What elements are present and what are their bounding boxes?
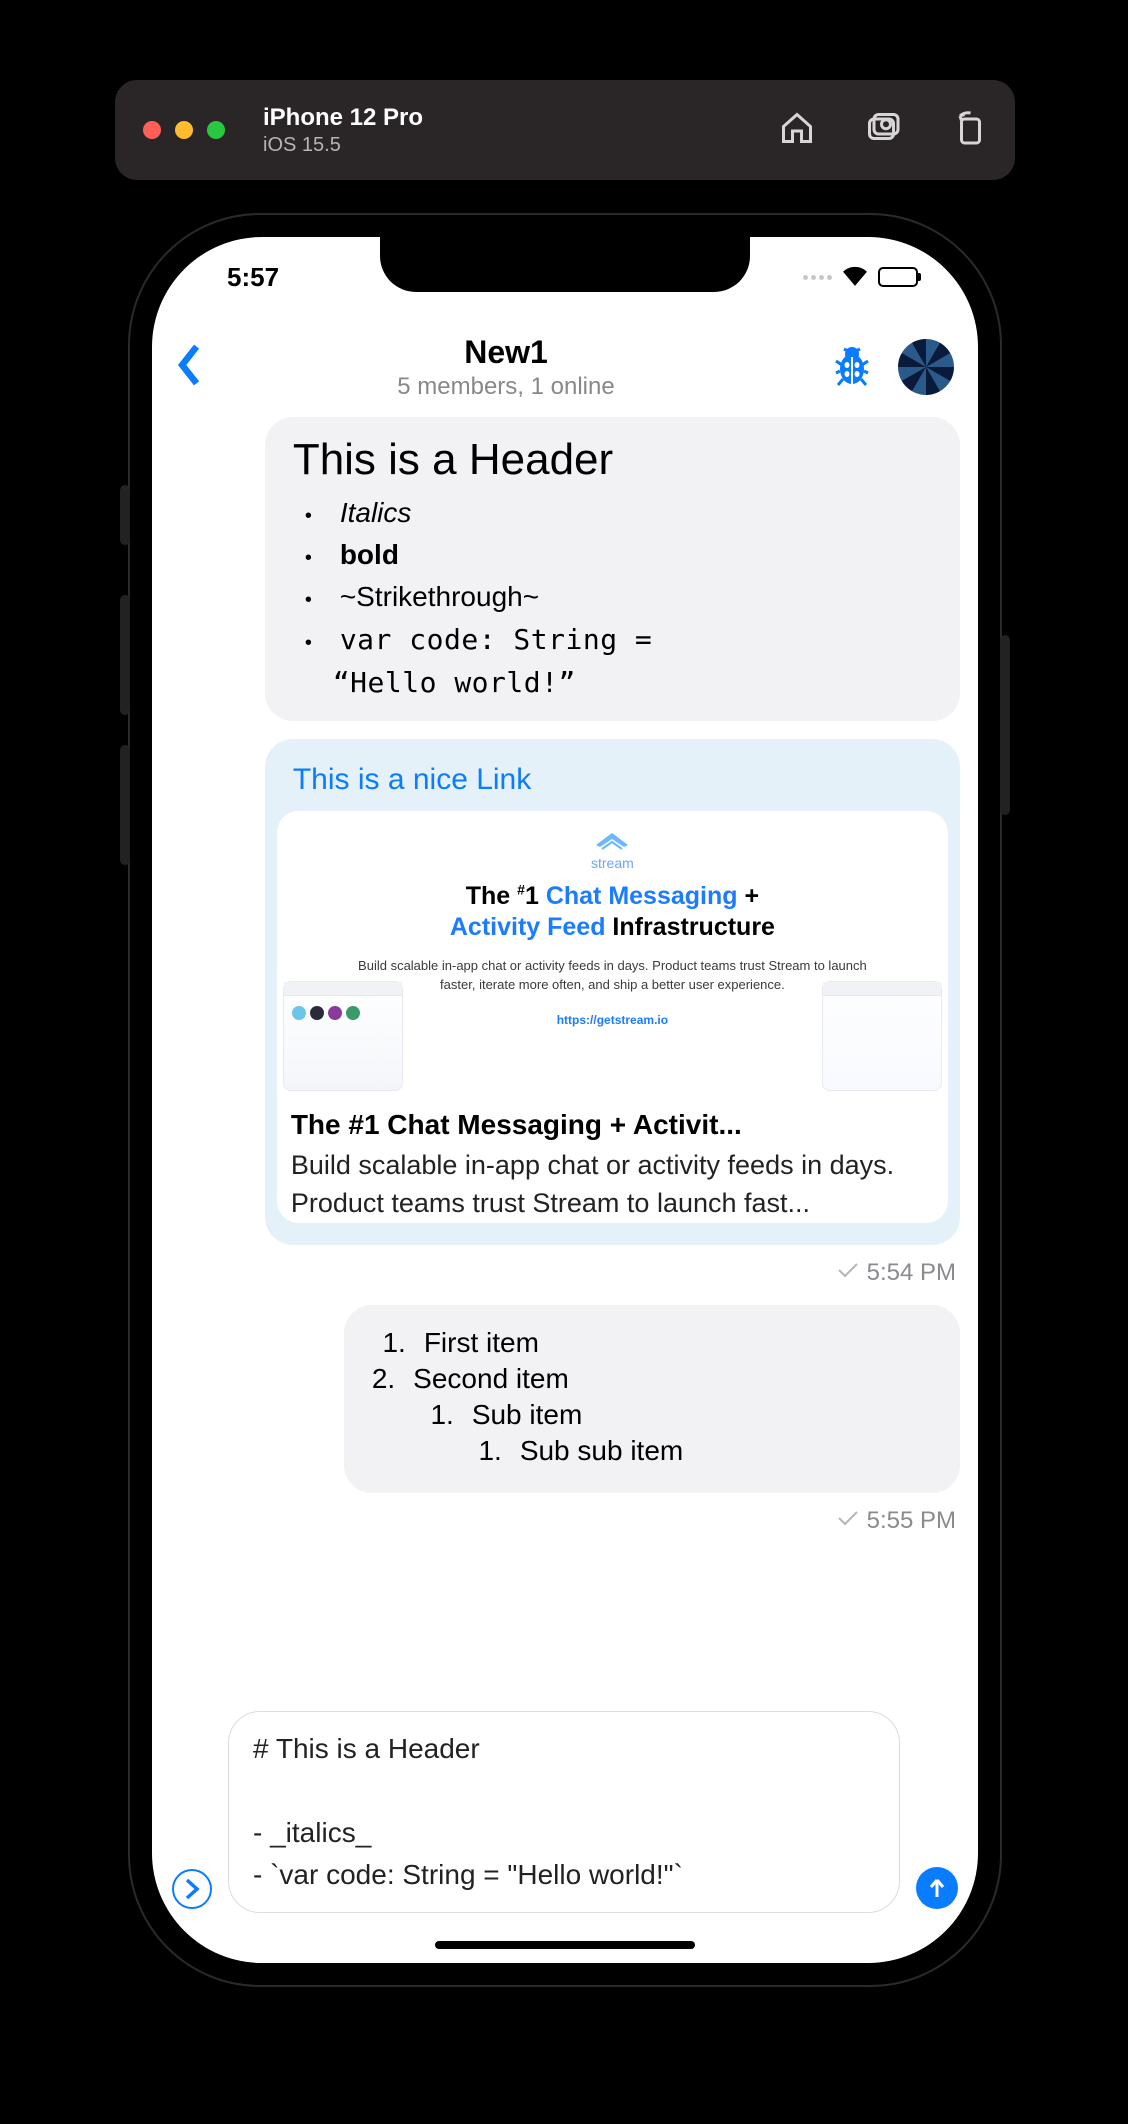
code-text-line2: “Hello world!” xyxy=(293,666,932,699)
bold-text: bold xyxy=(340,539,399,571)
expand-actions-button[interactable] xyxy=(172,1869,212,1909)
device-info: iPhone 12 Pro iOS 15.5 xyxy=(263,104,423,157)
phone-screen: 5:57 New1 5 members, 1 online xyxy=(152,237,978,1963)
strike-text: ~Strikethrough~ xyxy=(340,581,539,613)
status-time: 5:57 xyxy=(227,262,279,293)
volume-up-button[interactable] xyxy=(120,595,130,715)
battery-icon xyxy=(878,267,918,287)
message-bubble[interactable]: This is a Header •Italics •bold •~Strike… xyxy=(265,417,960,721)
device-name: iPhone 12 Pro xyxy=(263,104,423,132)
simulator-toolbar: iPhone 12 Pro iOS 15.5 xyxy=(115,80,1015,180)
power-button[interactable] xyxy=(1000,635,1010,815)
chat-subtitle: 5 members, 1 online xyxy=(184,373,828,401)
send-button[interactable] xyxy=(916,1867,958,1909)
mute-switch[interactable] xyxy=(120,485,130,545)
italic-text: Italics xyxy=(340,497,412,529)
list-item: Second item xyxy=(413,1363,569,1395)
list-item: Sub item xyxy=(472,1399,583,1431)
home-indicator[interactable] xyxy=(435,1941,695,1949)
link-preview-title: The #1 Chat Messaging + Activit... xyxy=(291,1109,934,1141)
chat-title: New1 xyxy=(184,334,828,371)
screenshot-icon[interactable] xyxy=(865,110,901,151)
message-list[interactable]: This is a Header •Italics •bold •~Strike… xyxy=(152,417,978,1753)
link-preview-image: stream The #1 Chat Messaging +Activity F… xyxy=(277,811,948,1091)
phone-frame: 5:57 New1 5 members, 1 online xyxy=(130,215,1000,1985)
message-timestamp-row: 5:55 PM xyxy=(174,1507,956,1535)
rotate-icon[interactable] xyxy=(951,110,987,151)
link-preview-card[interactable]: stream The #1 Chat Messaging +Activity F… xyxy=(277,811,948,1223)
message-link[interactable]: This is a nice Link xyxy=(277,751,948,811)
chat-header: New1 5 members, 1 online xyxy=(152,317,978,417)
preview-hero-url: https://getstream.io xyxy=(557,1013,668,1027)
preview-screenshot-right xyxy=(822,981,942,1091)
message-timestamp-row: 5:54 PM xyxy=(174,1259,956,1287)
code-text: var code: String = xyxy=(340,623,652,656)
home-icon[interactable] xyxy=(779,110,815,151)
delivered-check-icon xyxy=(837,1261,859,1284)
message-bubble-link[interactable]: This is a nice Link stream The #1 Chat M… xyxy=(265,739,960,1245)
message-bubble[interactable]: 1.First item 2.Second item 1.Sub item 1.… xyxy=(344,1305,960,1493)
message-input[interactable]: # This is a Header - _italics_ - `var co… xyxy=(228,1711,900,1913)
preview-hero-title: The #1 Chat Messaging +Activity Feed Inf… xyxy=(450,881,775,944)
list-item: First item xyxy=(424,1327,539,1359)
volume-down-button[interactable] xyxy=(120,745,130,865)
composer: # This is a Header - _italics_ - `var co… xyxy=(152,1711,978,1913)
debug-icon[interactable] xyxy=(828,341,876,394)
device-os: iOS 15.5 xyxy=(263,134,423,157)
channel-avatar[interactable] xyxy=(898,339,954,395)
cellular-signal-icon xyxy=(803,275,832,280)
delivered-check-icon xyxy=(837,1509,859,1532)
preview-hero-sub: Build scalable in-app chat or activity f… xyxy=(351,956,875,995)
notch xyxy=(380,237,750,292)
message-timestamp: 5:55 PM xyxy=(867,1507,956,1535)
wifi-icon xyxy=(842,264,868,291)
message-heading: This is a Header xyxy=(293,435,932,485)
zoom-window-button[interactable] xyxy=(207,121,225,139)
list-item: Sub sub item xyxy=(520,1435,683,1467)
window-traffic-lights xyxy=(143,121,225,139)
close-window-button[interactable] xyxy=(143,121,161,139)
link-preview-description: Build scalable in-app chat or activity f… xyxy=(291,1147,934,1223)
message-timestamp: 5:54 PM xyxy=(867,1259,956,1287)
preview-screenshot-left xyxy=(283,981,403,1091)
minimize-window-button[interactable] xyxy=(175,121,193,139)
stream-logo-icon: stream xyxy=(591,827,634,871)
